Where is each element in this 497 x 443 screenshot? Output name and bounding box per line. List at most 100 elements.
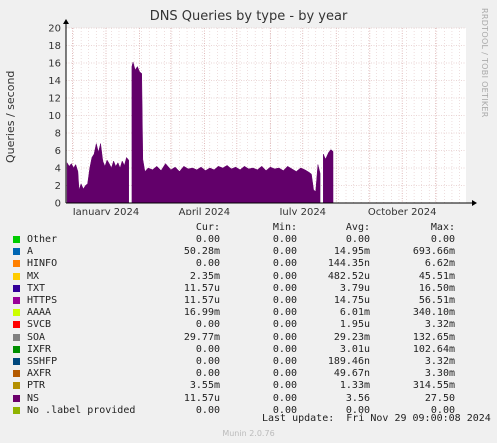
legend-max-value: 45.51m — [418, 270, 455, 282]
x-tick-labels: January 2024 April 2024 July 2024 October 2… — [72, 207, 437, 215]
legend-label: No .label provided — [27, 404, 136, 416]
legend-swatch — [13, 370, 20, 378]
legend-max-value: 0.00 — [430, 234, 455, 245]
legend-cur-value: 2.35m — [189, 270, 220, 282]
legend-swatch — [13, 382, 20, 390]
x-axis-arrow — [472, 200, 477, 206]
x-tick-label: July 2024 — [278, 207, 326, 215]
legend-avg-value: 3.56 — [345, 392, 370, 404]
legend-row: SOA 29.77m 0.00 29.23m 132.65m — [0, 332, 497, 344]
legend-min-value: 0.00 — [272, 246, 297, 258]
legend-label: Other — [27, 234, 58, 245]
legend-max-value: 3.32m — [424, 356, 455, 367]
y-tick-label: 0 — [55, 199, 61, 210]
legend-swatch — [13, 406, 20, 414]
y-axis-arrow — [63, 19, 69, 24]
legend-min-value: 0.00 — [272, 368, 297, 380]
legend-min-value: 0.00 — [272, 356, 297, 367]
legend-cur-value: 0.00 — [195, 319, 220, 331]
legend-min-value: 0.00 — [272, 307, 297, 319]
legend-cur-value: 29.77m — [183, 331, 220, 343]
legend-max-value: 56.51m — [418, 295, 455, 306]
legend-cur-value: 0.00 — [195, 234, 220, 245]
legend-label: SSHFP — [27, 356, 58, 367]
legend-swatch — [13, 236, 20, 243]
legend-header: Cur: Min: Avg: Max: — [0, 222, 497, 234]
y-tick-label: 8 — [55, 129, 61, 140]
legend-avg-value: 3.01u — [339, 343, 370, 355]
legend-cur-value: 0.00 — [195, 368, 220, 380]
legend-avg-value: 29.23m — [333, 331, 370, 343]
legend-min-value: 0.00 — [272, 392, 297, 404]
legend-header-avg: Avg: — [345, 222, 370, 233]
legend-header-min: Min: — [272, 222, 297, 233]
legend-max-value: 6.62m — [424, 258, 455, 270]
y-tick-label: 10 — [48, 111, 61, 122]
legend-avg-value: 14.75u — [333, 295, 370, 306]
legend-row: HINFO 0.00 0.00 144.35n 6.62m — [0, 258, 497, 270]
legend-swatch — [13, 272, 20, 280]
legend-max-value: 3.32m — [424, 319, 455, 331]
legend-row: Other 0.00 0.00 0.00 0.00 — [0, 234, 497, 246]
x-tick-label: October 2024 — [368, 207, 437, 215]
legend-row: PTR 3.55m 0.00 1.33m 314.55m — [0, 380, 497, 392]
legend-row: NS 11.57u 0.00 3.56 27.50 — [0, 393, 497, 405]
legend-label: SVCB — [27, 319, 52, 331]
legend-min-value: 0.00 — [272, 331, 297, 343]
y-tick-label: 4 — [55, 164, 61, 175]
munin-version: Munin 2.0.76 — [222, 429, 275, 438]
legend-cur-value: 3.55m — [189, 380, 220, 392]
legend-row: SSHFP 0.00 0.00 189.46n 3.32m — [0, 356, 497, 368]
plot-area: 0 2 4 6 8 10 12 14 16 18 20 January 2024 April 2024… — [48, 19, 477, 215]
y-tick-label: 2 — [55, 181, 61, 192]
legend-cur-value: 11.57u — [183, 282, 220, 294]
legend-label: AAAA — [27, 307, 52, 319]
legend-min-value: 0.00 — [272, 234, 297, 245]
munin-graph: DNS Queries by type - by year Queries / … — [0, 0, 497, 443]
legend-label: IXFR — [27, 343, 52, 355]
legend-avg-value: 144.35n — [327, 258, 370, 270]
legend-label: AXFR — [27, 368, 52, 380]
legend-swatch — [13, 309, 20, 317]
legend-min-value: 0.00 — [272, 270, 297, 282]
y-tick-label: 14 — [48, 76, 61, 87]
legend-max-value: 16.50m — [418, 282, 455, 294]
legend-label: TXT — [27, 282, 46, 294]
legend-swatch — [13, 248, 20, 256]
last-update: Last update: Fri Nov 29 09:00:08 2024 — [262, 413, 491, 424]
legend-swatch — [13, 260, 20, 268]
legend-avg-value: 1.95u — [339, 319, 370, 331]
legend-cur-value: 0.00 — [195, 404, 220, 416]
legend-avg-value: 3.79u — [339, 282, 370, 294]
legend-avg-value: 49.67n — [333, 368, 370, 380]
x-tick-label: January 2024 — [72, 207, 140, 215]
legend-min-value: 0.00 — [272, 258, 297, 270]
legend-row: TXT 11.57u 0.00 3.79u 16.50m — [0, 283, 497, 295]
legend-avg-value: 14.95m — [333, 246, 370, 258]
legend-label: NS — [27, 392, 40, 404]
legend-row: AXFR 0.00 0.00 49.67n 3.30m — [0, 368, 497, 380]
y-tick-label: 18 — [48, 41, 61, 52]
legend-swatch — [13, 321, 20, 329]
legend-cur-value: 16.99m — [183, 307, 220, 319]
legend-avg-value: 482.52u — [327, 270, 370, 282]
legend-avg-value: 6.01m — [339, 307, 370, 319]
legend-cur-value: 0.00 — [195, 356, 220, 367]
legend-max-value: 27.50 — [424, 392, 455, 404]
legend-label: SOA — [27, 331, 46, 343]
legend-row: MX 2.35m 0.00 482.52u 45.51m — [0, 271, 497, 283]
legend-label: PTR — [27, 380, 46, 392]
legend-row: HTTPS 11.57u 0.00 14.75u 56.51m — [0, 295, 497, 307]
legend-min-value: 0.00 — [272, 295, 297, 306]
legend-min-value: 0.00 — [272, 282, 297, 294]
legend-label: HTTPS — [27, 295, 58, 306]
legend-cur-value: 50.28m — [183, 246, 220, 258]
legend-min-value: 0.00 — [272, 319, 297, 331]
legend-max-value: 340.10m — [412, 307, 455, 319]
legend-header-max: Max: — [430, 222, 455, 233]
legend-max-value: 314.55m — [412, 380, 455, 392]
legend-swatch — [13, 358, 20, 365]
legend-row: SVCB 0.00 0.00 1.95u 3.32m — [0, 319, 497, 331]
y-tick-label: 16 — [48, 59, 61, 70]
legend-label: A — [27, 246, 34, 258]
